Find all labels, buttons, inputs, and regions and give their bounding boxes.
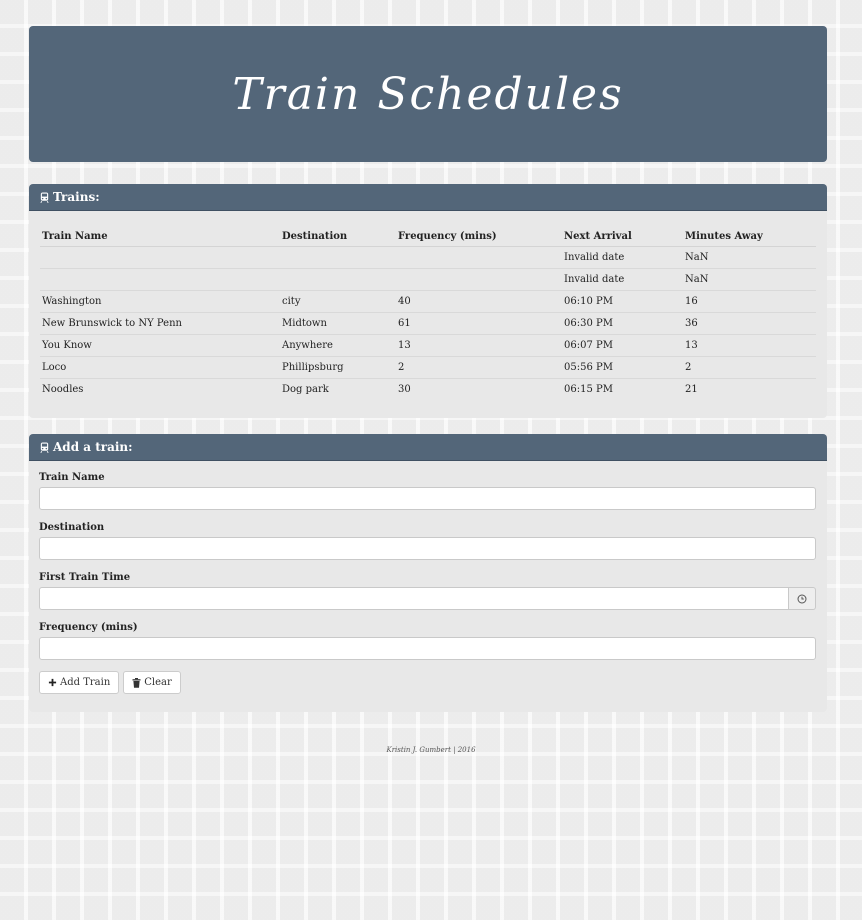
add-train-panel-heading: Add a train: — [29, 434, 827, 461]
table-row: Invalid date NaN — [40, 246, 816, 269]
train-name-input[interactable] — [39, 487, 816, 510]
destination-label: Destination — [39, 522, 105, 533]
cell-minutes-away: 13 — [683, 334, 816, 357]
frequency-group: Frequency (mins) — [39, 622, 817, 660]
cell-destination: Midtown — [280, 312, 396, 335]
frequency-label: Frequency (mins) — [39, 622, 138, 633]
cell-destination: city — [280, 290, 396, 313]
column-header-minutes-away: Minutes Away — [683, 221, 816, 247]
cell-train-name: Washington — [40, 290, 280, 313]
cell-next-arrival: 06:15 PM — [564, 384, 613, 395]
cell-train-name: New Brunswick to NY Penn — [40, 312, 280, 335]
cell-next-arrival: 06:07 PM — [562, 334, 683, 357]
cell-train-name: Noodles — [42, 384, 84, 395]
trains-panel-heading: Trains: — [29, 184, 827, 211]
clear-button[interactable]: Clear — [123, 671, 181, 694]
cell-minutes-away: 16 — [683, 290, 816, 313]
column-header-train-name: Train Name — [40, 221, 280, 247]
cell-destination: Dog park — [282, 384, 329, 395]
cell-next-arrival: 06:10 PM — [562, 290, 683, 313]
trains-panel: Trains: Train Name Destination Frequency… — [29, 184, 827, 418]
table-row: Washington city 40 06:10 PM 16 — [40, 290, 816, 313]
table-row: Invalid date NaN — [40, 268, 816, 291]
first-train-time-input[interactable] — [39, 587, 789, 610]
train-icon — [40, 191, 49, 203]
cell-frequency: 13 — [396, 334, 562, 357]
cell-frequency — [396, 268, 562, 291]
add-train-button-label: Add Train — [60, 677, 111, 688]
cell-train-name — [40, 268, 280, 291]
footer-signature: Kristin J. Gumbert | 2016 — [386, 746, 476, 754]
train-name-group: Train Name — [39, 472, 817, 510]
form-buttons: Add Train Clear — [39, 671, 817, 694]
table-row: Loco Phillipsburg 2 05:56 PM 2 — [40, 356, 816, 379]
cell-minutes-away: 36 — [683, 312, 816, 335]
header-banner: Train Schedules — [29, 26, 827, 162]
cell-frequency: 61 — [396, 312, 562, 335]
first-train-time-label: First Train Time — [39, 572, 131, 583]
add-train-panel-title: Add a train: — [53, 440, 133, 454]
table-row: You Know Anywhere 13 06:07 PM 13 — [40, 334, 816, 357]
cell-next-arrival: 06:30 PM — [562, 312, 683, 335]
train-schedule-table: Train Name Destination Frequency (mins) … — [40, 221, 816, 400]
cell-train-name — [40, 246, 280, 269]
column-header-next-arrival: Next Arrival — [562, 221, 683, 247]
cell-train-name: You Know — [40, 334, 280, 357]
trash-icon — [132, 677, 141, 688]
train-name-label: Train Name — [39, 472, 105, 483]
first-train-time-input-group — [39, 587, 816, 610]
trains-panel-title: Trains: — [53, 190, 100, 204]
time-picker-addon[interactable] — [789, 587, 816, 610]
cell-train-name: Loco — [40, 356, 280, 379]
first-train-time-group: First Train Time — [39, 572, 817, 610]
cell-destination: Anywhere — [280, 334, 396, 357]
cell-next-arrival: Invalid date — [562, 268, 683, 291]
page-title: Train Schedules — [232, 68, 624, 120]
cell-minutes-away: 21 — [685, 384, 698, 395]
cell-minutes-away: 2 — [683, 356, 816, 379]
cell-destination — [280, 268, 396, 291]
train-icon — [40, 441, 49, 453]
cell-minutes-away: NaN — [683, 246, 816, 269]
table-row: New Brunswick to NY Penn Midtown 61 06:3… — [40, 312, 816, 335]
cell-frequency: 30 — [398, 384, 411, 395]
table-header-row: Train Name Destination Frequency (mins) … — [40, 221, 816, 247]
cell-next-arrival: 05:56 PM — [562, 356, 683, 379]
add-train-panel: Add a train: Train Name Destination Firs… — [29, 434, 827, 712]
cell-frequency: 2 — [396, 356, 562, 379]
cell-frequency: 40 — [396, 290, 562, 313]
cell-destination: Phillipsburg — [280, 356, 396, 379]
column-header-frequency: Frequency (mins) — [396, 221, 562, 247]
destination-group: Destination — [39, 522, 817, 560]
add-train-form: Train Name Destination First Train Time … — [29, 472, 827, 694]
column-header-destination: Destination — [280, 221, 396, 247]
destination-input[interactable] — [39, 537, 816, 560]
cell-next-arrival: Invalid date — [562, 246, 683, 269]
table-row: Noodles Dog park 30 06:15 PM 21 — [40, 379, 816, 401]
clear-button-label: Clear — [144, 677, 172, 688]
clock-icon — [797, 594, 807, 603]
frequency-input[interactable] — [39, 637, 816, 660]
cell-frequency — [396, 246, 562, 269]
cell-destination — [280, 246, 396, 269]
plus-icon — [48, 678, 57, 687]
cell-minutes-away: NaN — [683, 268, 816, 291]
add-train-button[interactable]: Add Train — [39, 671, 120, 694]
